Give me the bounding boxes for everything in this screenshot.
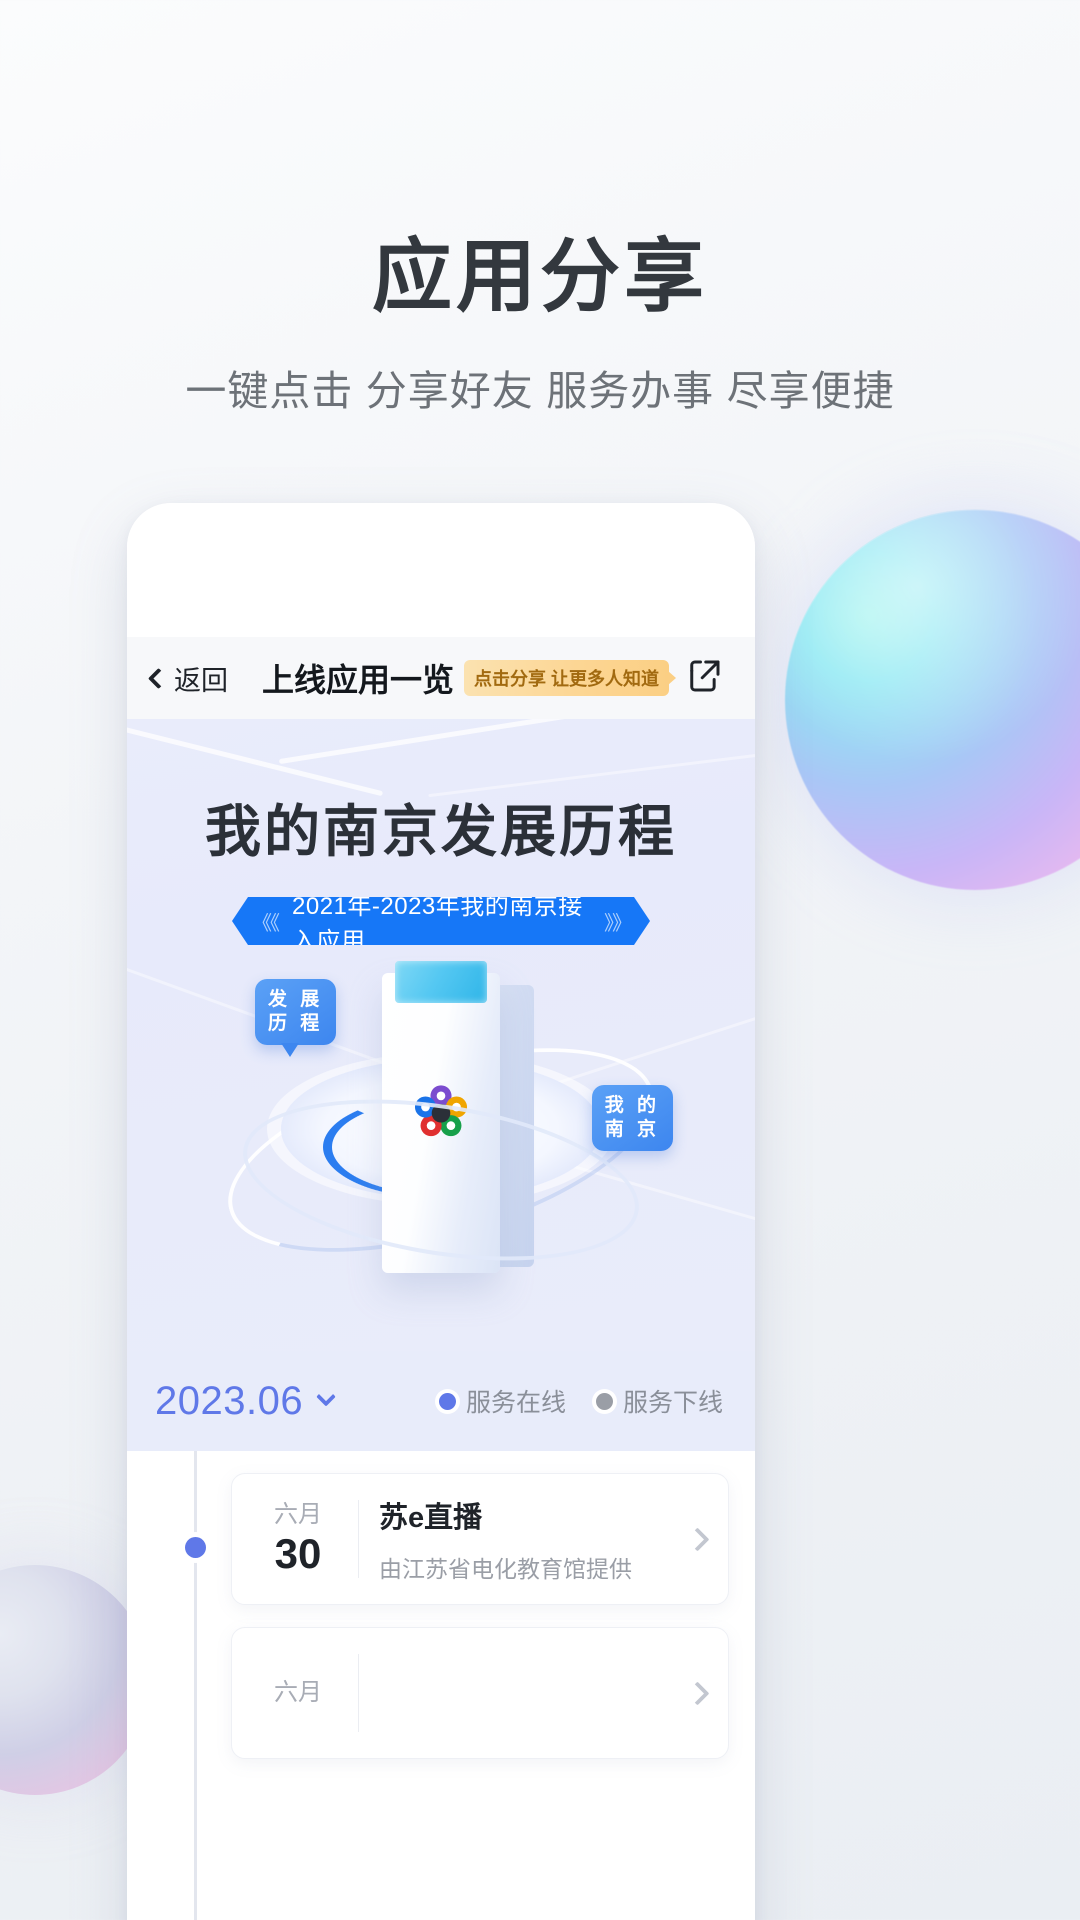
app-navigation-bar: 返回 上线应用一览 点击分享 让更多人知道 (127, 637, 755, 719)
chevron-left-icon (147, 667, 170, 689)
month-selector-value: 2023.06 (155, 1378, 304, 1423)
timeline-dot (185, 1537, 206, 1558)
tag-right-line2: 南 京 (604, 1118, 660, 1140)
legend-label-offline: 服务下线 (622, 1389, 723, 1417)
share-button[interactable] (683, 655, 725, 702)
hero-title: 我的南京发展历程 (205, 800, 677, 863)
tag-development-history: 发 展 历 程 (255, 979, 337, 1056)
tag-left-line1: 发 展 (268, 989, 324, 1010)
status-legend: 服务在线 服务下线 (438, 1383, 723, 1419)
tag-right-line1: 我 的 (604, 1095, 660, 1116)
chevron-right-icon (685, 1680, 710, 1706)
back-button[interactable]: 返回 (147, 659, 228, 698)
phone-mockup: 返回 上线应用一览 点击分享 让更多人知道 我的南京发展历程 《《 2021年-… (127, 503, 755, 1920)
list-item-month: 六月 (274, 1501, 322, 1529)
list-item-body: 苏e直播 由江苏省电化教育馆提供 (379, 1494, 689, 1584)
legend-item-online: 服务在线 (438, 1383, 566, 1419)
legend-label-online: 服务在线 (465, 1389, 566, 1417)
decorative-line (278, 719, 636, 765)
hero-ribbon-text: 2021年-2023年我的南京接入应用 (292, 893, 583, 955)
online-status-dot-icon (438, 1392, 456, 1410)
ribbon-left-arrows-icon: 《《 (252, 912, 278, 935)
list-item[interactable]: 六月 30 苏e直播 由江苏省电化教育馆提供 (231, 1473, 729, 1605)
tower-top-panel (395, 961, 487, 1003)
decorative-gradient-sphere-right (785, 510, 1080, 890)
page-header-title: 上线应用一览 (262, 662, 455, 698)
chevron-right-icon (685, 1526, 710, 1552)
hero-ribbon: 《《 2021年-2023年我的南京接入应用 》》 (232, 897, 650, 945)
timeline-rail (194, 1451, 197, 1920)
chevron-down-icon (316, 1386, 336, 1407)
list-item-day: 30 (274, 1530, 322, 1578)
phone-status-bar (127, 503, 755, 637)
tag-left-line2: 历 程 (268, 1012, 324, 1034)
back-button-label: 返回 (174, 665, 228, 696)
list-item-date: 六月 30 (242, 1499, 354, 1578)
list-item-title: 苏e直播 (379, 1502, 483, 1534)
list-item[interactable]: 六月 (231, 1627, 729, 1759)
decorative-line (127, 719, 384, 797)
month-selector[interactable]: 2023.06 (155, 1378, 336, 1424)
hero-illustration: 发 展 历 程 我 的 南 京 (127, 955, 755, 1351)
list-item-date: 六月 (242, 1677, 354, 1708)
list-item-month: 六月 (274, 1679, 322, 1707)
decorative-sphere-highlight (785, 510, 1080, 890)
legend-item-offline: 服务下线 (595, 1383, 723, 1419)
tag-my-nanjing: 我 的 南 京 (591, 1085, 673, 1151)
filter-and-legend-row: 2023.06 服务在线 服务下线 (127, 1351, 755, 1451)
list-item-divider (358, 1500, 359, 1578)
offline-status-dot-icon (595, 1392, 613, 1410)
list-item-provider: 由江苏省电化教育馆提供 (379, 1556, 632, 1582)
page-title: 应用分享 (372, 232, 708, 321)
timeline-list: 六月 30 苏e直播 由江苏省电化教育馆提供 六月 (127, 1451, 755, 1920)
hero-banner[interactable]: 我的南京发展历程 《《 2021年-2023年我的南京接入应用 》》 发 展 历… (127, 719, 755, 1351)
page-subtitle: 一键点击 分享好友 服务办事 尽享便捷 (185, 368, 895, 414)
list-item-body (379, 1686, 689, 1700)
share-hint-badge: 点击分享 让更多人知道 (464, 660, 677, 696)
list-item-divider (358, 1654, 359, 1732)
ribbon-right-arrows-icon: 》》 (604, 912, 630, 935)
external-link-icon (690, 660, 720, 691)
